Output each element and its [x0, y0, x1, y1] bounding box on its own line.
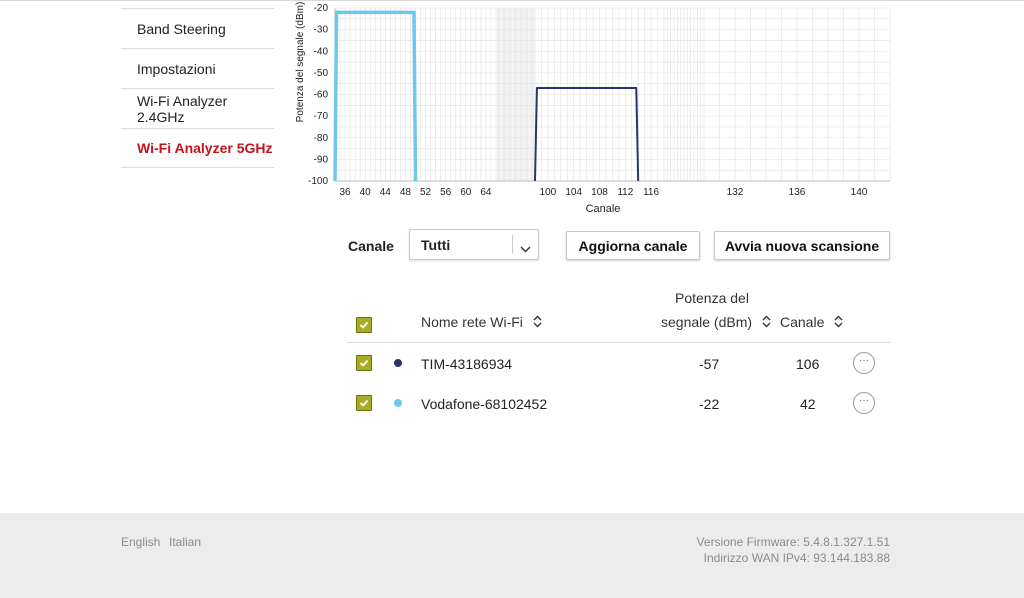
channel-select[interactable]: Tutti [409, 229, 539, 260]
x-tick-label: 104 [565, 187, 582, 198]
language-english-link[interactable]: English [121, 535, 160, 549]
footer: English Italian Versione Firmware: 5.4.8… [0, 513, 1024, 598]
column-header-channel-label: Canale [780, 314, 825, 330]
y-tick-label: -40 [314, 46, 329, 57]
x-tick-label: 40 [360, 187, 372, 198]
x-tick-label: 132 [727, 187, 744, 198]
sort-icon [834, 315, 843, 331]
sort-icon [762, 315, 771, 331]
column-header-name-label: Nome rete Wi-Fi [421, 314, 523, 330]
y-tick-label: -80 [314, 133, 329, 144]
series-color-dot [394, 359, 402, 367]
x-axis-label: Canale [586, 203, 621, 215]
y-tick-label: -30 [314, 25, 329, 36]
language-italian-link[interactable]: Italian [169, 535, 201, 549]
sidebar-item-label: Wi-Fi Analyzer 2.4GHz [137, 92, 228, 125]
x-tick-label: 52 [420, 187, 432, 198]
channel-filter-label: Canale [348, 238, 394, 254]
x-tick-label: 108 [591, 187, 608, 198]
start-scan-button[interactable]: Avvia nuova scansione [714, 231, 890, 260]
x-tick-label: 100 [540, 187, 557, 198]
series-color-dot [394, 399, 402, 407]
sidebar-item-impostazioni[interactable]: Impostazioni [121, 48, 274, 88]
sidebar-item-label: Band Steering [137, 20, 226, 37]
network-name: TIM-43186934 [421, 356, 513, 372]
x-tick-label: 36 [340, 187, 352, 198]
signal-power: -22 [699, 396, 720, 412]
select-divider [512, 235, 513, 254]
x-axis: 36 40 44 48 52 56 60 64 100 104 108 112 116 132 136 140 [335, 180, 890, 198]
signal-chart: -20 -30 -40 -50 -60 -70 -80 -90 -100 36 40 44 48 52 5… [295, 2, 891, 215]
column-header-power-line1: Potenza del [675, 290, 749, 306]
y-tick-label: -100 [308, 176, 328, 187]
y-tick-label: -90 [314, 154, 329, 165]
y-tick-label: -60 [314, 90, 329, 101]
column-header-channel[interactable]: Canale [780, 314, 843, 331]
x-tick-label: 44 [380, 187, 392, 198]
sidebar-item-label: Wi-Fi Analyzer 5GHz [137, 140, 273, 156]
x-tick-label: 140 [851, 187, 868, 198]
y-tick-label: -20 [314, 3, 329, 14]
check-icon [359, 321, 369, 329]
column-header-power-label: segnale (dBm) [661, 314, 753, 330]
sidebar-item-wifi-analyzer-24[interactable]: Wi-Fi Analyzer 2.4GHz [121, 88, 274, 128]
column-header-name[interactable]: Nome rete Wi-Fi [421, 314, 542, 331]
sidebar-item-band-steering[interactable]: Band Steering [121, 8, 274, 48]
select-all-checkbox[interactable] [356, 317, 372, 333]
chevron-down-icon [520, 240, 531, 258]
x-tick-label: 112 [617, 187, 633, 198]
check-icon [359, 399, 369, 407]
channel-value: 42 [800, 396, 816, 412]
sidebar-item-wifi-analyzer-5[interactable]: Wi-Fi Analyzer 5GHz [121, 128, 274, 168]
y-tick-label: -70 [314, 111, 329, 122]
sidebar: Band Steering Impostazioni Wi-Fi Analyze… [121, 8, 274, 168]
x-tick-label: 60 [460, 187, 472, 198]
signal-power: -57 [699, 356, 720, 372]
more-icon[interactable]: ··· [853, 352, 875, 374]
x-tick-label: 48 [400, 187, 412, 198]
chart-grid [334, 7, 891, 182]
row-checkbox[interactable] [356, 395, 372, 411]
y-tick-label: -50 [314, 68, 329, 79]
wan-address: Indirizzo WAN IPv4: 93.144.183.88 [703, 551, 890, 565]
channel-select-value: Tutti [421, 237, 451, 253]
more-icon[interactable]: ··· [853, 392, 875, 414]
x-tick-label: 136 [789, 187, 806, 198]
channel-value: 106 [796, 356, 820, 372]
x-tick-label: 116 [643, 187, 659, 198]
y-axis: -20 -30 -40 -50 -60 -70 -80 -90 -100 [308, 3, 336, 187]
check-icon [359, 359, 369, 367]
row-checkbox[interactable] [356, 355, 372, 371]
network-name: Vodafone-68102452 [421, 396, 548, 412]
sort-icon [533, 315, 542, 331]
firmware-version: Versione Firmware: 5.4.8.1.327.1.51 [696, 535, 890, 549]
refresh-channel-button[interactable]: Aggiorna canale [566, 231, 700, 260]
sidebar-item-label: Impostazioni [137, 60, 216, 77]
y-axis-label: Potenza del segnale (dBm) [295, 2, 306, 123]
table-header-divider [347, 342, 891, 343]
x-tick-label: 64 [480, 187, 492, 198]
column-header-power[interactable]: segnale (dBm) [661, 314, 771, 331]
x-tick-label: 56 [440, 187, 452, 198]
